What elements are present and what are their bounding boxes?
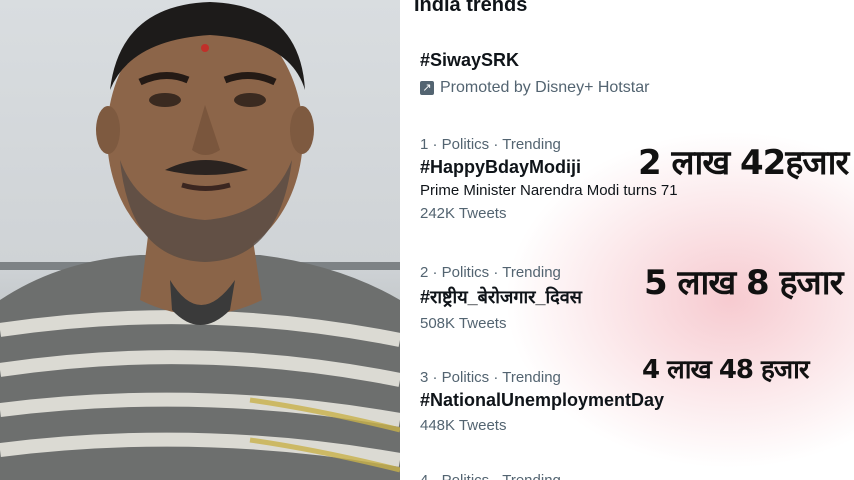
promoted-trend[interactable]: #SiwaySRK ↗ Promoted by Disney+ Hotstar [420, 46, 649, 97]
trend-item-4[interactable]: 4 · Politics · Trending [420, 472, 561, 480]
promoted-label-row: ↗ Promoted by Disney+ Hotstar [420, 79, 649, 97]
trend-tag: #NationalUnemploymentDay [420, 390, 665, 410]
overlay-count-3: 4 लाख 48 हजार [642, 355, 810, 385]
promoted-arrow-icon: ↗ [420, 81, 434, 95]
trend-count: 448K Tweets [420, 417, 507, 434]
trend-description: Prime Minister Narendra Modi turns 71 [420, 182, 678, 199]
overlay-count-2: 5 लाख 8 हजार [644, 263, 843, 303]
panel-title: India trends [414, 0, 528, 16]
trends-panel: India trends #SiwaySRK ↗ Promoted by Dis… [400, 0, 854, 480]
person-image [0, 2, 400, 480]
trend-count: 242K Tweets [420, 205, 507, 222]
trend-item-2[interactable]: 2 · Politics · Trending #राष्ट्रीय_बेरोज… [420, 264, 582, 332]
trend-item-3[interactable]: 3 · Politics · Trending #NationalUnemplo… [420, 369, 664, 434]
trend-meta: 2 · Politics · Trending [420, 264, 561, 281]
trend-tag: #राष्ट्रीय_बेरोजगार_दिवस [420, 287, 582, 307]
overlay-count-1: 2 लाख 42हजार [638, 143, 849, 183]
promoted-tag: #SiwaySRK [420, 50, 520, 70]
trend-meta: 4 · Politics · Trending [420, 472, 561, 480]
video-frame [0, 0, 400, 480]
trend-meta: 3 · Politics · Trending [420, 369, 561, 386]
trend-count: 508K Tweets [420, 315, 507, 332]
promoted-label: Promoted by Disney+ Hotstar [440, 79, 650, 96]
